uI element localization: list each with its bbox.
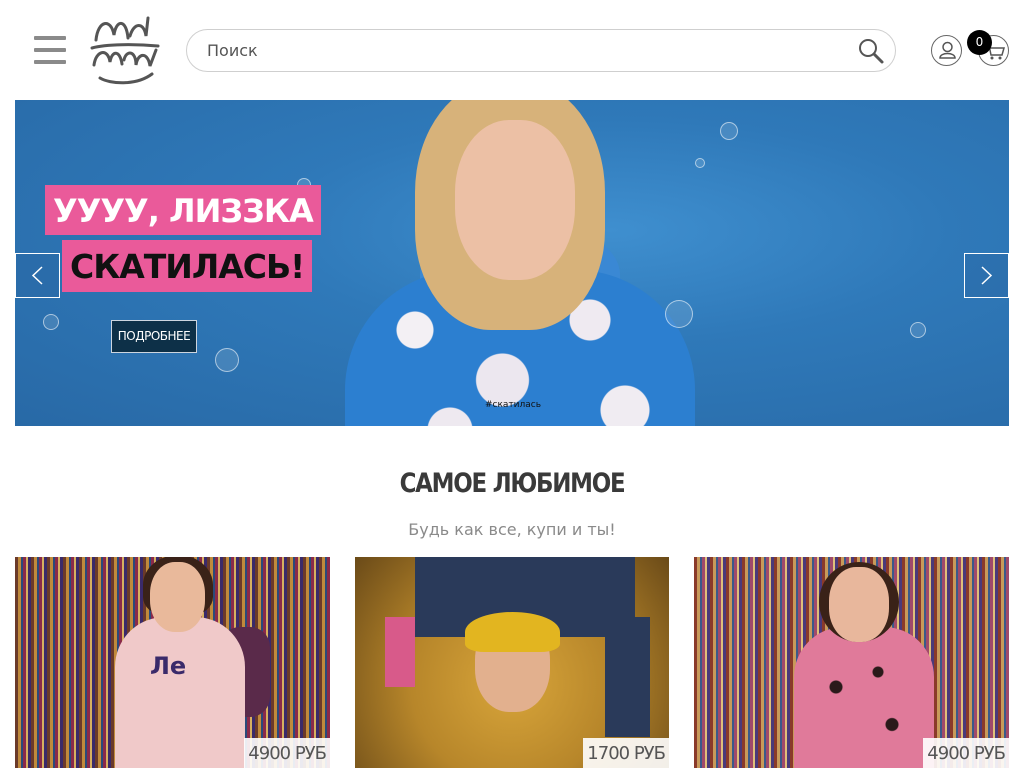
product-price: 4900 РУБ — [244, 738, 330, 768]
bubble — [720, 122, 738, 140]
slider-prev-button[interactable] — [15, 253, 60, 298]
product-image-part — [794, 627, 934, 768]
hero-more-button[interactable]: ПОДРОБНЕЕ — [111, 320, 197, 353]
account-button[interactable] — [931, 35, 962, 66]
slider-next-button[interactable] — [964, 253, 1009, 298]
bubble — [910, 322, 926, 338]
product-print-text: Ле — [150, 652, 187, 680]
hoodie-print-text: #скатилась — [485, 400, 542, 410]
hero-headline-line2: СКАТИЛАСЬ! — [62, 240, 313, 292]
search-icon[interactable] — [857, 37, 885, 65]
section-title: САМОЕ ЛЮБИМОЕ — [399, 468, 626, 499]
brand-logo[interactable] — [86, 10, 164, 90]
menu-icon-bar — [34, 48, 66, 52]
bubble — [43, 314, 59, 330]
bubble — [695, 158, 705, 168]
product-image-part — [385, 617, 415, 687]
chevron-right-icon — [981, 266, 993, 285]
product-image-part — [829, 567, 889, 642]
chevron-left-icon — [31, 266, 43, 285]
section-subtitle: Будь как все, купи и ты! — [408, 520, 616, 539]
bubble — [215, 348, 239, 372]
cart-count-badge: 0 — [967, 30, 992, 55]
product-price: 4900 РУБ — [923, 738, 1009, 768]
product-image-part — [115, 617, 245, 768]
product-card[interactable]: 4900 РУБ — [694, 557, 1009, 768]
site-header: 0 — [0, 0, 1024, 100]
user-icon — [939, 41, 956, 59]
menu-icon[interactable] — [34, 36, 66, 64]
product-image-part — [150, 562, 205, 632]
bubble — [665, 300, 693, 328]
product-image-part — [465, 612, 560, 652]
product-card[interactable]: Ле 4900 РУБ — [15, 557, 330, 768]
menu-icon-bar — [34, 36, 66, 40]
hero-image-face — [455, 120, 575, 280]
product-image-part — [605, 617, 650, 737]
search-bar — [186, 29, 896, 72]
search-input[interactable] — [207, 30, 847, 71]
product-card[interactable]: 1700 РУБ — [355, 557, 669, 768]
product-price: 1700 РУБ — [583, 738, 669, 768]
hero-slider: #скатилась УУУУ, ЛИЗЗКА СКАТИЛАСЬ! ПОДРО… — [15, 100, 1009, 426]
menu-icon-bar — [34, 60, 66, 64]
hero-headline-line1: УУУУ, ЛИЗЗКА — [45, 185, 321, 235]
